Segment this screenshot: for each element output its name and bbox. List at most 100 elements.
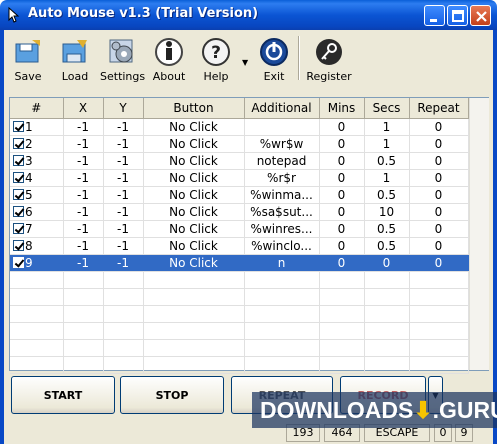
table-cell: 0: [409, 220, 469, 238]
table-cell: -1: [63, 237, 104, 255]
table-cell: %winclo...: [244, 237, 320, 255]
close-button[interactable]: [470, 5, 491, 26]
load-label: Load: [61, 70, 89, 83]
table-cell: 1: [364, 169, 410, 187]
empty-cell: [63, 305, 104, 323]
empty-cell: [409, 271, 469, 289]
empty-cell: [103, 271, 144, 289]
register-button[interactable]: Register: [306, 36, 352, 88]
row-enabled-checkbox[interactable]: [13, 205, 24, 217]
watermark-logo: DOWNLOADS⬇.GURU: [252, 392, 497, 428]
toolbar: Save Load Settings About ? Help ▼ Exit R…: [4, 30, 493, 88]
table-row[interactable]: 1 -1 -1 No Click 0 1 0: [10, 118, 469, 136]
empty-cell: [10, 271, 64, 289]
table-cell: -1: [63, 203, 104, 221]
row-number: 6: [25, 204, 33, 219]
actions-grid[interactable]: # X Y Button Additional Mins Secs Repeat…: [9, 97, 489, 374]
row-enabled-checkbox[interactable]: [13, 222, 24, 234]
empty-cell: [409, 339, 469, 357]
table-cell: [244, 118, 320, 136]
row-enabled-checkbox[interactable]: [13, 256, 24, 268]
column-header[interactable]: Additional: [244, 98, 320, 119]
table-row[interactable]: 6 -1 -1 No Click %sa$sut... 0 10 0: [10, 203, 469, 221]
table-cell: 0.5: [364, 237, 410, 255]
row-number-cell: 2: [10, 135, 64, 153]
save-button[interactable]: Save: [8, 36, 48, 88]
table-cell: No Click: [143, 118, 245, 136]
table-cell: -1: [103, 169, 144, 187]
empty-cell: [409, 288, 469, 306]
column-header[interactable]: Button: [143, 98, 245, 119]
row-number-cell: 7: [10, 220, 64, 238]
row-enabled-checkbox[interactable]: [13, 154, 24, 166]
empty-cell: [10, 288, 64, 306]
table-row[interactable]: 3 -1 -1 No Click notepad 0 0.5 0: [10, 152, 469, 170]
maximize-button[interactable]: [447, 5, 468, 26]
table-header-row: # X Y Button Additional Mins Secs Repeat: [10, 98, 469, 119]
about-label: About: [152, 70, 186, 83]
stop-button[interactable]: STOP: [120, 376, 224, 414]
row-enabled-checkbox[interactable]: [13, 137, 24, 149]
title-bar[interactable]: Auto Mouse v1.3 (Trial Version): [0, 0, 497, 30]
row-enabled-checkbox[interactable]: [13, 120, 24, 132]
column-header[interactable]: #: [10, 98, 64, 119]
table-row[interactable]: 8 -1 -1 No Click %winclo... 0 0.5 0: [10, 237, 469, 255]
table-cell: -1: [103, 186, 144, 204]
help-button[interactable]: ? Help: [198, 36, 234, 88]
row-enabled-checkbox[interactable]: [13, 239, 24, 251]
empty-cell: [364, 271, 410, 289]
empty-cell: [244, 339, 320, 357]
register-key-icon: [316, 39, 342, 65]
table-cell: No Click: [143, 152, 245, 170]
empty-cell: [10, 322, 64, 340]
about-button[interactable]: About: [150, 36, 188, 88]
vertical-scrollbar[interactable]: [469, 98, 489, 370]
column-header[interactable]: Y: [103, 98, 144, 119]
column-header[interactable]: Mins: [319, 98, 365, 119]
load-button[interactable]: Load: [56, 36, 94, 88]
minimize-button[interactable]: [424, 5, 445, 26]
table-cell: 1: [364, 118, 410, 136]
maximize-icon: [452, 10, 464, 22]
row-number: 7: [25, 221, 33, 236]
exit-button[interactable]: Exit: [258, 36, 290, 88]
table-cell: -1: [103, 220, 144, 238]
row-enabled-checkbox[interactable]: [13, 188, 24, 200]
empty-cell: [103, 339, 144, 357]
table-row[interactable]: 2 -1 -1 No Click %wr$w 0 1 0: [10, 135, 469, 153]
table-cell: 0: [409, 254, 469, 272]
table-row[interactable]: 5 -1 -1 No Click %winma... 0 0.5 0: [10, 186, 469, 204]
help-dropdown-arrow-icon[interactable]: ▼: [242, 58, 248, 67]
row-number: 4: [25, 170, 33, 185]
empty-cell: [103, 356, 144, 374]
empty-row: [10, 322, 469, 340]
empty-cell: [63, 356, 104, 374]
row-number: 1: [25, 119, 33, 134]
table-cell: 0: [409, 135, 469, 153]
table-row[interactable]: 7 -1 -1 No Click %winres... 0 0.5 0: [10, 220, 469, 238]
table-cell: No Click: [143, 135, 245, 153]
settings-label: Settings: [100, 70, 146, 83]
exit-label: Exit: [263, 70, 285, 83]
column-header[interactable]: Repeat: [409, 98, 469, 119]
table-cell: 0: [319, 254, 365, 272]
row-enabled-checkbox[interactable]: [13, 171, 24, 183]
table-cell: No Click: [143, 186, 245, 204]
row-number-cell: 8: [10, 237, 64, 255]
svg-text:?: ?: [211, 43, 221, 63]
table-cell: 0: [409, 237, 469, 255]
settings-button[interactable]: Settings: [100, 36, 146, 88]
empty-cell: [143, 339, 245, 357]
table-row[interactable]: 4 -1 -1 No Click %r$r 0 1 0: [10, 169, 469, 187]
register-label: Register: [306, 70, 352, 83]
table-cell: No Click: [143, 169, 245, 187]
save-icon: [15, 40, 40, 63]
empty-cell: [103, 322, 144, 340]
empty-cell: [409, 305, 469, 323]
start-button[interactable]: START: [11, 376, 115, 414]
table-row[interactable]: 9 -1 -1 No Click n 0 0 0: [10, 254, 469, 272]
empty-cell: [244, 288, 320, 306]
app-cursor-icon: [8, 7, 20, 23]
column-header[interactable]: Secs: [364, 98, 410, 119]
column-header[interactable]: X: [63, 98, 104, 119]
